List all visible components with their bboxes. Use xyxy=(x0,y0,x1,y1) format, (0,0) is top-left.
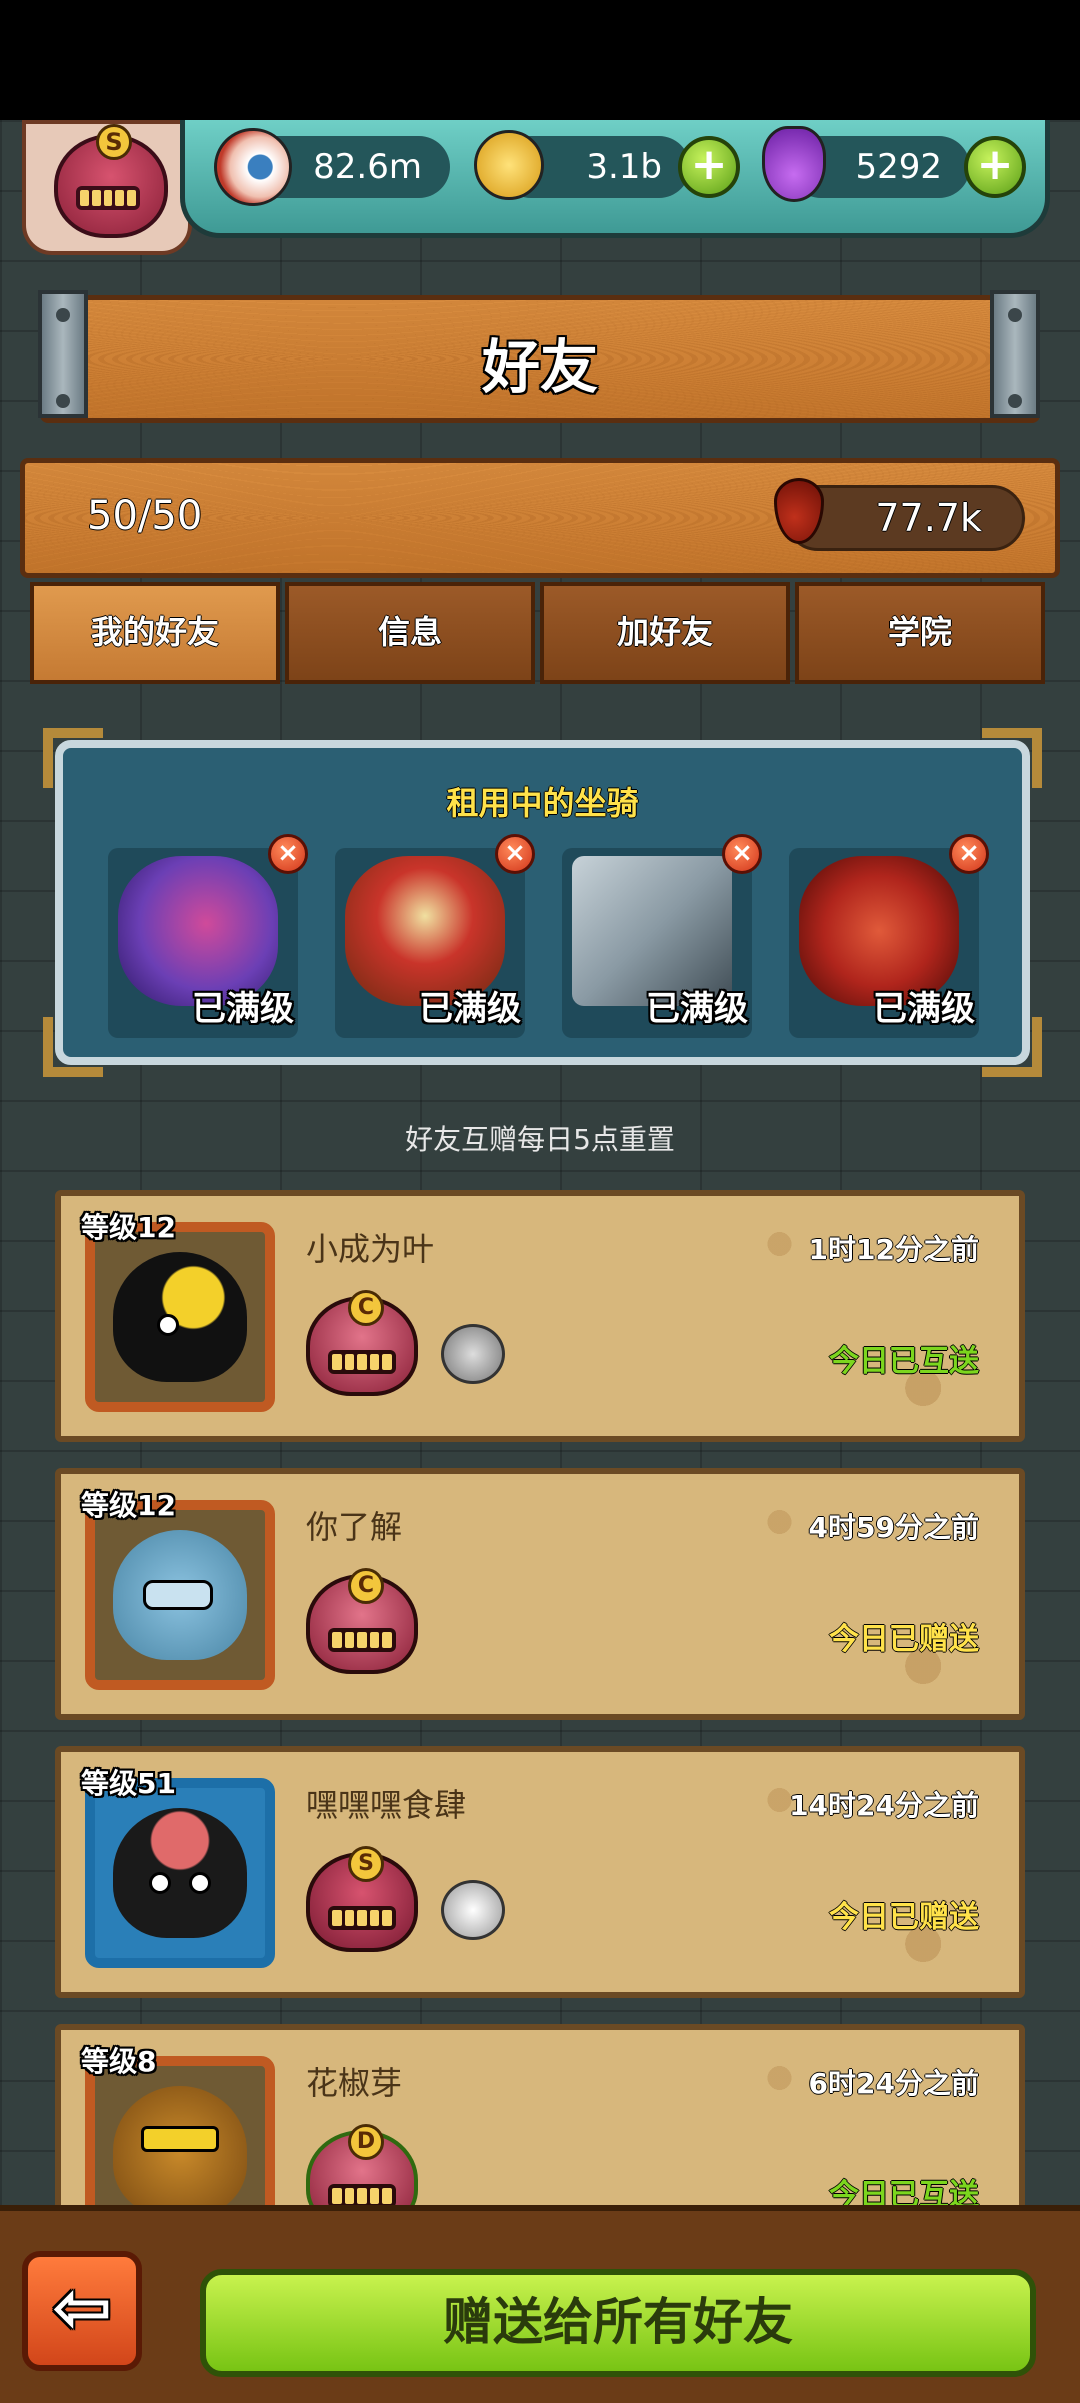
friend-name: 嘿嘿嘿食肆 xyxy=(306,1786,467,1824)
remove-mount-button[interactable]: × xyxy=(722,834,762,874)
tab-add-friend[interactable]: 加好友 xyxy=(540,582,790,684)
mount-slot-demon[interactable]: 已满级 × xyxy=(789,834,989,1038)
reset-note: 好友互赠每日5点重置 xyxy=(405,1123,675,1156)
panel-corner xyxy=(43,1017,103,1077)
last-online-time: 14时24分之前 xyxy=(789,1789,979,1822)
friend-count: 50/50 xyxy=(87,493,203,539)
mount-status: 已满级 xyxy=(873,989,975,1029)
grade-badge: C xyxy=(348,1568,384,1604)
friend-avatar-image xyxy=(113,2086,247,2216)
potion-icon xyxy=(762,126,826,202)
rank-badge: S xyxy=(96,124,132,160)
friend-avatar-image xyxy=(113,1808,247,1938)
friend-avatar-image xyxy=(113,1252,247,1382)
friend-avatar-image xyxy=(113,1530,247,1660)
friend-card[interactable]: 等级51 嘿嘿嘿食肆 14时24分之前 今日已赠送 S xyxy=(55,1746,1025,1998)
rented-mounts-title: 租用中的坐骑 xyxy=(446,784,639,822)
left-metal-bracket xyxy=(38,290,88,418)
friend-level: 等级51 xyxy=(81,1767,176,1800)
mount-status: 已满级 xyxy=(192,989,294,1029)
page-title: 好友 xyxy=(481,333,598,401)
friend-name: 花椒芽 xyxy=(306,2064,403,2102)
remove-mount-button[interactable]: × xyxy=(949,834,989,874)
gift-status: 今日已互送 xyxy=(829,1344,979,1379)
rented-mounts-panel: 租用中的坐骑 已满级 × 已满级 × 已满级 × 已满级 × xyxy=(43,728,1042,1077)
friend-portrait xyxy=(85,1222,275,1412)
mount-slot-lion[interactable]: 已满级 × xyxy=(335,834,535,1038)
mount-status: 已满级 xyxy=(646,989,748,1029)
friend-monster-icon: C xyxy=(306,1290,418,1396)
grade-badge: D xyxy=(348,2124,384,2160)
blood-counter: 77.7k xyxy=(774,478,1025,551)
back-button[interactable]: ⇦ xyxy=(22,2251,142,2371)
mount-slot-cannon[interactable]: 已满级 × xyxy=(562,834,762,1038)
friend-mount-icon xyxy=(441,1324,505,1384)
status-bar xyxy=(0,0,1080,120)
last-online-time: 6时24分之前 xyxy=(808,2067,979,2100)
friend-level: 等级8 xyxy=(81,2045,157,2078)
tab-messages[interactable]: 信息 xyxy=(285,582,535,684)
right-metal-bracket xyxy=(990,290,1040,418)
friend-portrait xyxy=(85,1500,275,1690)
title-plank: 好友 xyxy=(40,295,1040,423)
gift-status: 今日已赠送 xyxy=(829,1622,979,1657)
friend-mount-icon xyxy=(441,1880,505,1940)
add-coins-button[interactable]: + xyxy=(678,136,740,198)
friend-monster-icon: C xyxy=(306,1568,418,1674)
friend-name: 小成为叶 xyxy=(306,1230,435,1268)
remove-mount-button[interactable]: × xyxy=(495,834,535,874)
player-monster-icon: S xyxy=(54,124,168,238)
friend-level: 等级12 xyxy=(81,1489,176,1522)
mount-status: 已满级 xyxy=(419,989,521,1029)
eyeball-icon xyxy=(214,128,292,206)
last-online-time: 1时12分之前 xyxy=(808,1233,979,1266)
remove-mount-button[interactable]: × xyxy=(268,834,308,874)
gift-status: 今日已赠送 xyxy=(829,1900,979,1935)
add-potions-button[interactable]: + xyxy=(964,136,1026,198)
coin-icon xyxy=(474,130,544,200)
blood-value: 77.7k xyxy=(875,496,982,540)
last-online-time: 4时59分之前 xyxy=(808,1511,979,1544)
grade-badge: C xyxy=(348,1290,384,1326)
friend-portrait xyxy=(85,1778,275,1968)
player-avatar[interactable]: S xyxy=(22,120,192,255)
friend-name: 你了解 xyxy=(306,1508,403,1546)
friend-card[interactable]: 等级12 小成为叶 1时12分之前 今日已互送 C xyxy=(55,1190,1025,1442)
tab-my-friends[interactable]: 我的好友 xyxy=(30,582,280,684)
tab-academy[interactable]: 学院 xyxy=(795,582,1045,684)
blood-drop-icon xyxy=(774,478,824,544)
friend-info-plank: 50/50 77.7k xyxy=(20,458,1060,578)
panel-corner xyxy=(982,1017,1042,1077)
friend-level: 等级12 xyxy=(81,1211,176,1244)
friend-card[interactable]: 等级12 你了解 4时59分之前 今日已赠送 C xyxy=(55,1468,1025,1720)
gift-all-friends-button[interactable]: 赠送给所有好友 xyxy=(200,2269,1036,2377)
mount-slot-rose[interactable]: 已满级 × xyxy=(108,834,308,1038)
grade-badge: S xyxy=(348,1846,384,1882)
bottom-bar: ⇦ 赠送给所有好友 xyxy=(0,2205,1080,2403)
friend-monster-icon: S xyxy=(306,1846,418,1952)
